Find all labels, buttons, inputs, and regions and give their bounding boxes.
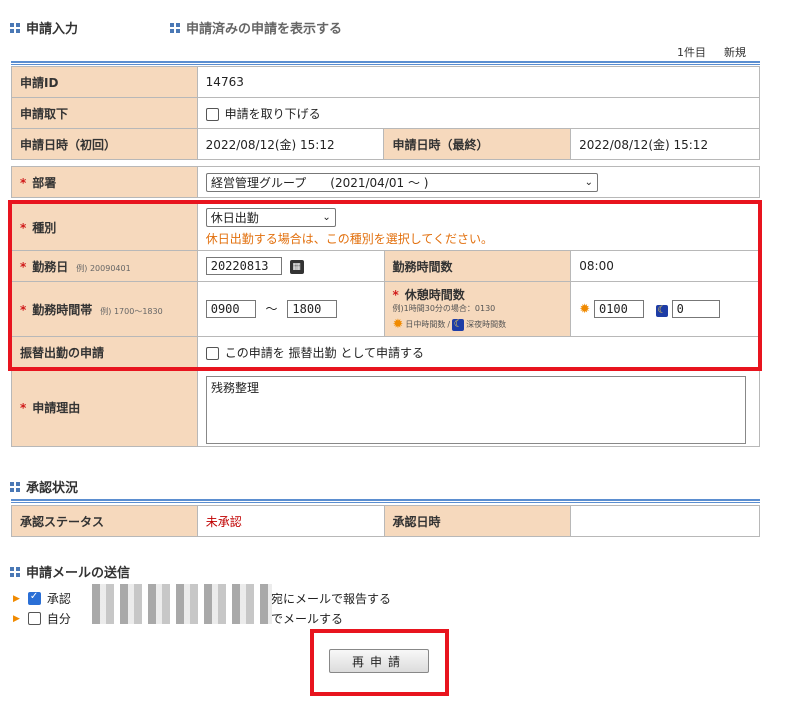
- new-link[interactable]: 新規: [724, 46, 746, 59]
- mail-row1-start: 承認: [46, 592, 71, 606]
- type-label-cell: * 種別: [11, 203, 198, 251]
- type-select[interactable]: 休日出勤 ⌄: [205, 207, 336, 227]
- withdraw-label: 申請取下: [11, 97, 198, 129]
- type-label: 種別: [32, 220, 57, 235]
- tab-entry[interactable]: 申請入力: [10, 18, 78, 37]
- substitute-checkbox[interactable]: [205, 346, 219, 360]
- break-label: 休憩時間数: [404, 288, 465, 302]
- grid-icon: [10, 481, 20, 492]
- approval-date-value: [570, 505, 760, 537]
- section-rule: [11, 61, 760, 65]
- record-index: 1件目: [677, 46, 706, 59]
- reason-label-cell: * 申請理由: [11, 367, 198, 447]
- required-mark: *: [20, 220, 27, 235]
- dept-cell: 経営管理グループ (2021/04/01 ～ ) ⌄: [197, 166, 760, 198]
- dept-label: 部署: [32, 175, 57, 190]
- band-cell: 0900 ～ 1800: [196, 281, 385, 337]
- redacted-area: [92, 584, 272, 624]
- date-last-label: 申請日時（最終）: [383, 128, 572, 160]
- band-label-cell: * 勤務時間帯 例) 1700～1830: [11, 281, 198, 337]
- withdraw-checkbox[interactable]: [205, 107, 219, 121]
- mail-row2-end: でメールする: [270, 612, 343, 626]
- break-night-input[interactable]: 0: [671, 300, 720, 318]
- section-rule: [11, 499, 760, 503]
- band-from-input[interactable]: 0900: [205, 300, 256, 318]
- break-cell: ✹ 0100 ☾ 0: [570, 281, 760, 337]
- break-label-cell: * 休憩時間数 例)1時間30分の場合：0130 ✹ 日中時間数 / ☾ 深夜時間数: [383, 281, 572, 337]
- break-legend: ✹ 日中時間数 / ☾ 深夜時間数: [393, 317, 563, 332]
- withdraw-cell: 申請を取り下げる: [196, 97, 761, 129]
- grid-icon: [170, 22, 180, 33]
- approval-status-value: 未承認: [196, 505, 385, 537]
- moon-icon: ☾: [452, 318, 465, 331]
- sun-icon: ✹: [392, 317, 404, 332]
- approval-title: 承認状況: [10, 477, 78, 496]
- mail-title-label: 申請メールの送信: [26, 566, 131, 581]
- type-note: 休日出勤する場合は、この種別を選択してください。: [205, 231, 494, 246]
- triangle-right-icon: ▶: [13, 593, 20, 604]
- workday-label-cell: * 勤務日 例) 20090401: [11, 250, 198, 282]
- substitute-cell: この申請を 振替出勤 として申請する: [196, 336, 761, 368]
- band-separator: ～: [265, 302, 278, 316]
- required-mark: *: [392, 288, 399, 302]
- workday-hint: 例) 20090401: [76, 263, 131, 273]
- tab-history[interactable]: 申請済みの申請を表示する: [170, 18, 342, 37]
- approval-status-label: 承認ステータス: [11, 505, 198, 537]
- approval-title-label: 承認状況: [26, 481, 79, 496]
- approval-table: 承認ステータス 未承認 承認日時: [11, 505, 760, 537]
- chevron-down-icon: ⌄: [584, 176, 593, 188]
- break-legend-slash: /: [447, 320, 451, 329]
- band-hint: 例) 1700～1830: [100, 306, 163, 316]
- approval-date-label: 承認日時: [383, 505, 572, 537]
- withdraw-text: 申請を取り下げる: [224, 106, 321, 121]
- record-counter: 1件目 新規: [677, 44, 746, 60]
- dept-select-value: 経営管理グループ (2021/04/01 ～ ): [211, 175, 429, 190]
- mail-row2-start: 自分: [46, 612, 71, 626]
- date-first-label: 申請日時（初回）: [11, 128, 198, 160]
- band-to-input[interactable]: 1800: [287, 300, 338, 318]
- tab-history-label: 申請済みの申請を表示する: [186, 22, 343, 37]
- mail-row1-end: 宛にメールで報告する: [270, 592, 391, 606]
- workday-label: 勤務日: [32, 259, 69, 274]
- required-mark: *: [20, 259, 27, 274]
- type-select-value: 休日出勤: [210, 210, 259, 225]
- break-night-legend: 深夜時間数: [466, 320, 507, 329]
- hours-value: 08:00: [570, 250, 760, 282]
- reason-textarea[interactable]: 残務整理: [206, 376, 746, 444]
- calendar-icon[interactable]: ▦: [289, 259, 304, 274]
- triangle-right-icon: ▶: [13, 613, 20, 624]
- dept-select[interactable]: 経営管理グループ (2021/04/01 ～ ) ⌄: [206, 172, 598, 192]
- dept-table: * 部署 経営管理グループ (2021/04/01 ～ ) ⌄: [11, 166, 760, 198]
- id-value: 14763: [196, 66, 761, 98]
- mail-self-checkbox[interactable]: [27, 612, 41, 625]
- id-label: 申請ID: [11, 66, 198, 98]
- required-mark: *: [20, 400, 27, 415]
- break-day-input[interactable]: 0100: [593, 300, 644, 318]
- date-first-value: 2022/08/12(金) 15:12: [196, 128, 385, 160]
- resubmit-button[interactable]: 再申請: [329, 649, 429, 673]
- dept-label-cell: * 部署: [11, 166, 198, 198]
- substitute-label: 振替出勤の申請: [11, 336, 198, 368]
- tab-entry-label: 申請入力: [26, 22, 79, 37]
- date-last-value: 2022/08/12(金) 15:12: [570, 128, 760, 160]
- type-cell: 休日出勤 ⌄ 休日出勤する場合は、この種別を選択してください。: [196, 203, 761, 251]
- grid-icon: [10, 22, 20, 33]
- mail-approver-checkbox[interactable]: [27, 591, 41, 605]
- required-mark: *: [20, 175, 27, 190]
- info-table: 申請ID 14763 申請取下 申請を取り下げる 申請日時（初回） 2022/0…: [11, 66, 761, 160]
- break-day-legend: 日中時間数: [405, 320, 446, 329]
- workday-input[interactable]: 20220813: [205, 257, 282, 275]
- sun-icon: ✹: [579, 302, 591, 317]
- hours-label: 勤務時間数: [383, 250, 572, 282]
- chevron-down-icon: ⌄: [322, 211, 331, 223]
- reason-label: 申請理由: [32, 400, 81, 415]
- required-mark: *: [20, 302, 27, 317]
- workday-cell: 20220813 ▦: [196, 250, 385, 282]
- moon-icon: ☾: [655, 305, 668, 317]
- mail-title: 申請メールの送信: [10, 562, 130, 581]
- substitute-text: この申請を 振替出勤 として申請する: [224, 345, 424, 360]
- break-hint: 例)1時間30分の場合：0130: [392, 304, 496, 313]
- grid-icon: [10, 566, 20, 577]
- band-label: 勤務時間帯: [32, 302, 93, 317]
